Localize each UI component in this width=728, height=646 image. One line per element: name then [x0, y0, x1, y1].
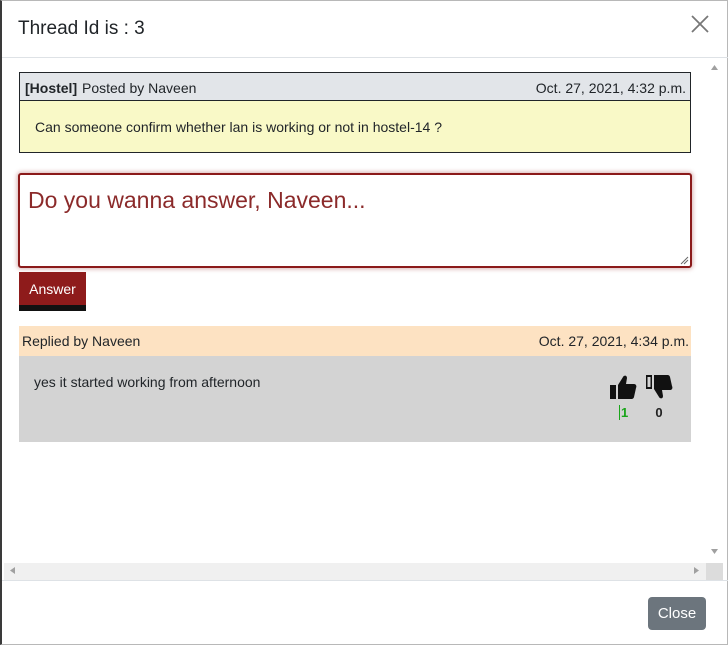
- thumbs-down-icon[interactable]: [645, 374, 673, 400]
- scroll-left-arrow-icon[interactable]: [10, 567, 15, 574]
- thread-header: [Hostel] Posted by Naveen Oct. 27, 2021,…: [20, 73, 690, 101]
- modal-header: Thread Id is : 3: [2, 1, 728, 58]
- scroll-corner: [706, 563, 723, 580]
- reply-text: yes it started working from afternoon: [34, 374, 261, 390]
- reply-author: Replied by Naveen: [22, 333, 141, 349]
- horizontal-scrollbar[interactable]: [4, 563, 723, 580]
- reply-body: yes it started working from afternoon 1 …: [19, 356, 691, 442]
- answer-button[interactable]: Answer: [19, 272, 86, 311]
- resize-grip-icon[interactable]: [680, 256, 689, 265]
- downvote-control: 0: [644, 374, 674, 420]
- close-icon[interactable]: [689, 13, 711, 35]
- thread-modal: Thread Id is : 3 [Hostel] Posted by Nave…: [0, 0, 728, 645]
- upvote-count: 1: [619, 405, 629, 420]
- modal-footer: Close: [2, 580, 728, 646]
- reply-header: Replied by Naveen Oct. 27, 2021, 4:34 p.…: [19, 326, 691, 356]
- thread-date: Oct. 27, 2021, 4:32 p.m.: [535, 80, 686, 96]
- modal-body[interactable]: [Hostel] Posted by Naveen Oct. 27, 2021,…: [4, 59, 706, 565]
- thread-question-text: Can someone confirm whether lan is worki…: [35, 119, 442, 135]
- thumbs-up-icon[interactable]: [609, 374, 637, 400]
- thread-author: Posted by Naveen: [82, 80, 197, 96]
- answer-input[interactable]: [18, 173, 692, 268]
- reply-date: Oct. 27, 2021, 4:34 p.m.: [538, 333, 689, 349]
- close-button[interactable]: Close: [648, 597, 706, 630]
- vertical-scrollbar[interactable]: [706, 59, 723, 563]
- modal-title: Thread Id is : 3: [18, 18, 145, 39]
- scroll-down-arrow-icon[interactable]: [711, 549, 718, 554]
- scroll-right-arrow-icon[interactable]: [694, 567, 699, 574]
- downvote-count: 0: [655, 405, 663, 420]
- thread-question: Can someone confirm whether lan is worki…: [20, 101, 690, 152]
- upvote-control: 1: [608, 374, 638, 420]
- thread-card: [Hostel] Posted by Naveen Oct. 27, 2021,…: [19, 72, 691, 153]
- scroll-up-arrow-icon[interactable]: [711, 65, 718, 70]
- thread-category: [Hostel]: [25, 80, 78, 96]
